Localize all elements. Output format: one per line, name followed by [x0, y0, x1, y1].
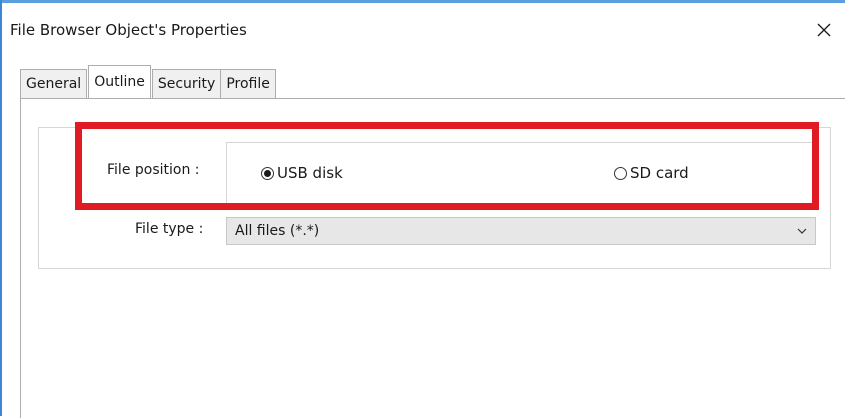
usb-disk-label: USB disk	[277, 164, 343, 182]
file-type-label: File type :	[135, 221, 204, 237]
tab-profile[interactable]: Profile	[220, 69, 276, 98]
properties-dialog: File Browser Object's Properties General…	[0, 0, 845, 418]
title-bar: File Browser Object's Properties	[2, 3, 845, 55]
sd-card-label: SD card	[630, 164, 689, 182]
radio-unselected-icon	[614, 166, 627, 180]
chevron-down-icon	[797, 228, 807, 234]
outline-tab-page: File position : USB disk SD card File ty…	[20, 98, 845, 418]
file-type-value: All files (*.*)	[235, 223, 320, 239]
sd-card-radio[interactable]: SD card	[614, 164, 689, 182]
tab-strip: General Outline Security Profile	[20, 65, 276, 98]
close-icon	[817, 23, 831, 37]
tab-security[interactable]: Security	[151, 69, 222, 98]
radio-selected-icon	[261, 166, 274, 180]
file-position-label: File position :	[107, 162, 200, 178]
dialog-title: File Browser Object's Properties	[10, 21, 247, 39]
close-button[interactable]	[809, 15, 839, 45]
tab-general[interactable]: General	[20, 69, 88, 98]
file-type-select[interactable]: All files (*.*)	[226, 217, 816, 245]
usb-disk-radio[interactable]: USB disk	[261, 164, 343, 182]
file-position-radio-group: USB disk SD card	[226, 142, 816, 204]
tab-outline[interactable]: Outline	[88, 65, 151, 98]
